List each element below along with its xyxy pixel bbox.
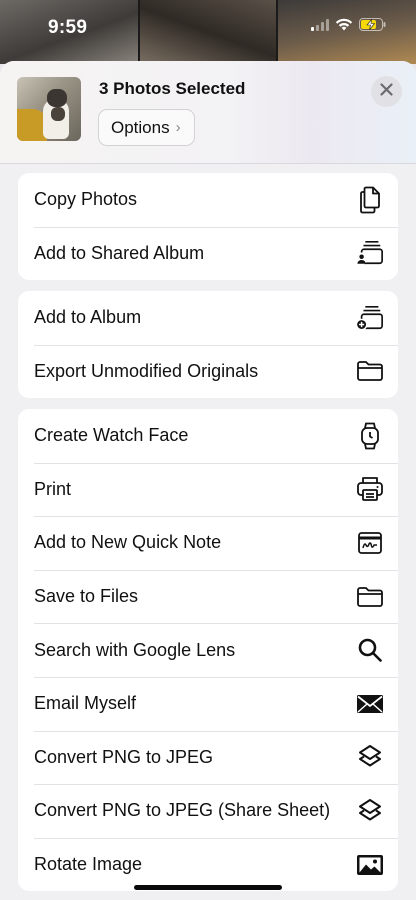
action-label: Export Unmodified Originals [34, 360, 259, 381]
status-time: 9:59 [48, 17, 88, 38]
action-label: Email Myself [34, 693, 137, 714]
action-convert-png-to-jpeg[interactable]: Convert PNG to JPEG [18, 730, 398, 785]
action-label: Add to Album [34, 307, 142, 328]
chevron-right-icon: › [175, 119, 181, 136]
shared-album-icon [356, 239, 384, 267]
action-rotate-image[interactable]: Rotate Image [18, 837, 398, 892]
shortcuts-icon [356, 743, 384, 771]
share-sheet-header: 3 Photos Selected Options › [0, 61, 416, 164]
action-label: Save to Files [34, 586, 139, 607]
options-label: Options [111, 117, 170, 137]
wifi-icon [335, 18, 353, 31]
action-label: Print [34, 478, 72, 499]
action-copy-photos[interactable]: Copy Photos [18, 173, 398, 227]
add-album-icon [356, 304, 384, 332]
action-add-to-album[interactable]: Add to Album [18, 291, 398, 345]
action-label: Create Watch Face [34, 425, 189, 446]
home-indicator[interactable] [134, 885, 282, 890]
action-group-album: Add to Album Export Unmodified Originals [18, 291, 398, 399]
quick-note-icon [356, 529, 384, 557]
action-save-to-files[interactable]: Save to Files [18, 569, 398, 624]
battery-charging-icon [359, 18, 386, 31]
printer-icon [356, 475, 384, 503]
action-label: Rotate Image [34, 854, 143, 875]
envelope-icon [356, 690, 384, 718]
action-label: Convert PNG to JPEG (Share Sheet) [34, 800, 331, 821]
close-icon [380, 82, 393, 101]
sheet-title: 3 Photos Selected [99, 79, 246, 98]
action-label: Copy Photos [34, 189, 138, 210]
action-search-with-google-lens[interactable]: Search with Google Lens [18, 623, 398, 677]
image-icon [356, 851, 384, 879]
search-icon [356, 636, 384, 664]
options-button[interactable]: Options › [98, 109, 195, 146]
action-create-watch-face[interactable]: Create Watch Face [18, 409, 398, 463]
action-group-photos: Copy Photos Add to Shared Album [18, 173, 398, 281]
action-export-unmodified-originals[interactable]: Export Unmodified Originals [18, 344, 398, 399]
action-label: Add to Shared Album [34, 242, 205, 263]
status-icons [311, 18, 386, 31]
close-button[interactable] [371, 76, 402, 107]
folder-icon [356, 583, 384, 611]
action-label: Search with Google Lens [34, 639, 236, 660]
action-label: Add to New Quick Note [34, 532, 222, 553]
selected-photos-thumbnail [17, 77, 81, 141]
action-group-more: Create Watch Face Print Add to New Quick… [18, 409, 398, 892]
action-email-myself[interactable]: Email Myself [18, 676, 398, 731]
action-add-to-new-quick-note[interactable]: Add to New Quick Note [18, 516, 398, 570]
action-label: Convert PNG to JPEG [34, 746, 214, 767]
folder-icon [356, 357, 384, 385]
action-add-to-shared-album[interactable]: Add to Shared Album [18, 226, 398, 281]
action-convert-png-to-jpeg-share-sheet[interactable]: Convert PNG to JPEG (Share Sheet) [18, 784, 398, 838]
action-print[interactable]: Print [18, 462, 398, 517]
copy-photos-icon [356, 186, 384, 214]
share-sheet: 3 Photos Selected Options › Copy Photos [0, 61, 416, 900]
status-bar: 9:59 [0, 0, 416, 56]
cellular-signal-icon [311, 18, 329, 31]
shortcuts-icon [356, 797, 384, 825]
watch-icon [356, 422, 384, 450]
